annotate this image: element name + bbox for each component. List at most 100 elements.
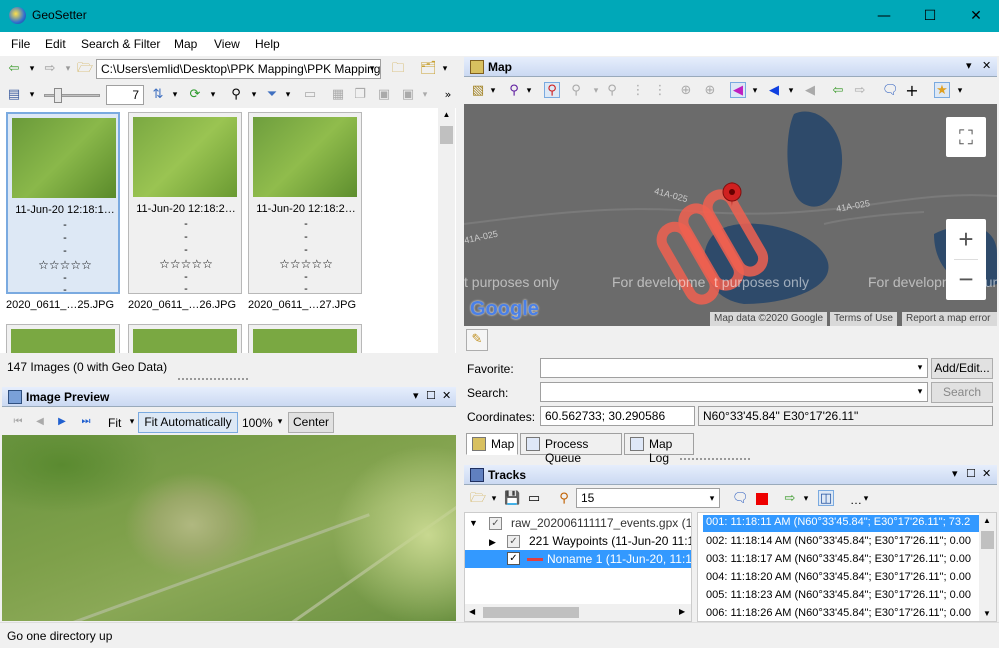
panel-close-icon[interactable]: ✕ — [442, 389, 451, 402]
map-type-dropdown-icon[interactable]: ▾ — [485, 83, 501, 99]
refresh-dropdown-icon[interactable]: ▾ — [205, 87, 221, 103]
waypoint-row[interactable]: 005: 11:18:23 AM (N60°33'45.84"; E30°17'… — [706, 589, 978, 601]
menu-help[interactable]: Help — [255, 37, 280, 51]
vertical-splitter[interactable] — [458, 56, 462, 622]
terms-of-use-link[interactable]: Terms of Use — [830, 312, 897, 326]
menu-edit[interactable]: Edit — [45, 37, 66, 51]
tab-map[interactable]: Map — [466, 433, 518, 455]
folder-up-icon[interactable]: 🗁 — [77, 61, 93, 77]
menu-file[interactable]: File — [11, 37, 30, 51]
edit-pencil-icon[interactable]: ✎ — [466, 329, 488, 351]
tree-expand-icon[interactable]: ▶ — [489, 537, 496, 548]
thumbnail-item[interactable] — [6, 324, 120, 353]
tree-item-waypoints[interactable]: 221 Waypoints (11-Jun-20 11:18 — [529, 534, 691, 548]
path-dropdown-icon[interactable]: ▾ — [364, 61, 380, 77]
fit-dropdown[interactable]: Fit — [108, 416, 121, 430]
slider-handle[interactable] — [54, 88, 62, 103]
waypoint-row[interactable]: 002: 11:18:14 AM (N60°33'45.84"; E30°17'… — [706, 535, 978, 547]
map-panel-close-icon[interactable]: ✕ — [982, 59, 991, 72]
magenta-direction-dropdown-icon[interactable]: ▾ — [747, 83, 763, 99]
favorite-dropdown-icon[interactable]: ▾ — [912, 360, 928, 376]
panel-menu-icon[interactable]: ▾ — [413, 389, 419, 402]
map-type-icon[interactable]: ▧ — [470, 83, 486, 99]
fullscreen-button[interactable]: ⛶ — [946, 117, 986, 157]
marker-dropdown-icon[interactable]: ▾ — [521, 83, 537, 99]
forward-arrow-icon[interactable]: ⇨ — [42, 61, 58, 77]
tree-collapse-icon[interactable]: ▼ — [469, 518, 478, 528]
fit-automatically-button[interactable]: Fit Automatically — [138, 412, 238, 433]
save-track-icon[interactable]: 💾 — [504, 491, 520, 507]
comment-icon[interactable]: 🗨 — [882, 83, 899, 99]
favorite-combobox[interactable] — [540, 358, 928, 378]
refresh-icon[interactable]: ⟳ — [187, 87, 203, 103]
tab-process-queue[interactable]: Process Queue — [520, 433, 622, 465]
thumbnail-item[interactable] — [248, 324, 362, 353]
minimize-button[interactable]: — — [861, 0, 907, 32]
tab-map-log[interactable]: Map Log — [624, 433, 694, 465]
next-image-icon[interactable]: ▶ — [54, 414, 70, 430]
binoculars-icon[interactable]: ⚲ — [228, 87, 244, 103]
sort-icon[interactable]: ⇅ — [150, 87, 166, 103]
splitter-grip[interactable] — [178, 378, 248, 381]
waypoint-row[interactable]: 004: 11:18:20 AM (N60°33'45.84"; E30°17'… — [706, 571, 978, 583]
favorite-folder-dropdown-icon[interactable]: ▾ — [437, 61, 453, 77]
tree-checkbox[interactable]: ✓ — [507, 535, 520, 548]
rating-stars[interactable]: ☆☆☆☆☆ — [8, 258, 122, 272]
waypoint-row[interactable]: 003: 11:18:17 AM (N60°33'45.84"; E30°17'… — [706, 553, 978, 565]
report-map-error-link[interactable]: Report a map error — [902, 312, 997, 326]
back-dropdown-icon[interactable]: ▾ — [24, 61, 40, 77]
sort-dropdown-icon[interactable]: ▾ — [167, 87, 183, 103]
open-track-dropdown-icon[interactable]: ▾ — [486, 491, 502, 507]
thumbnail-item[interactable]: 11-Jun-20 12:18:1… - - - ☆☆☆☆☆ - - — [6, 112, 122, 296]
crosshair-icon[interactable]: + — [904, 83, 920, 99]
more-tools-icon[interactable]: » — [440, 87, 456, 103]
tree-h-scrollbar[interactable]: ◀ ▶ — [465, 604, 691, 621]
tree-checkbox[interactable]: ✓ — [489, 517, 502, 530]
maximize-button[interactable]: ☐ — [907, 0, 953, 32]
map-back-icon[interactable]: ⇦ — [830, 83, 846, 99]
track-combobox[interactable]: 15 — [576, 488, 720, 508]
sync-track-icon[interactable]: ⇨ — [782, 491, 798, 507]
search-dropdown-icon[interactable]: ▾ — [912, 384, 928, 400]
view-mode-icon[interactable]: ▤ — [6, 87, 22, 103]
tracks-panel-menu-icon[interactable]: ▾ — [952, 467, 958, 480]
search-dropdown-icon[interactable]: ▾ — [246, 87, 262, 103]
thumbnail-item[interactable] — [128, 324, 242, 353]
tree-checkbox[interactable]: ✓ — [507, 552, 520, 565]
forward-dropdown-icon[interactable]: ▾ — [60, 61, 76, 77]
menu-view[interactable]: View — [214, 37, 240, 51]
menu-search-filter[interactable]: Search & Filter — [81, 37, 160, 51]
scroll-left-icon[interactable]: ◀ — [469, 607, 475, 616]
center-button[interactable]: Center — [288, 412, 334, 433]
thumbnail-size-slider[interactable] — [44, 94, 100, 97]
track-settings-icon[interactable]: ▭ — [526, 491, 542, 507]
close-button[interactable]: ✕ — [953, 0, 999, 32]
back-arrow-icon[interactable]: ⇦ — [6, 61, 22, 77]
preview-zoom-dropdown-icon[interactable]: ▾ — [272, 414, 288, 430]
menu-map[interactable]: Map — [174, 37, 197, 51]
track-combobox-dropdown-icon[interactable]: ▾ — [704, 491, 720, 507]
filter-icon[interactable]: ⏷ — [264, 87, 280, 103]
add-edit-button[interactable]: Add/Edit... — [931, 358, 993, 379]
scroll-right-icon[interactable]: ▶ — [679, 607, 685, 616]
splitter-grip[interactable] — [680, 458, 750, 461]
tree-item-track-selected[interactable]: ✓ Noname 1 (11-Jun-20, 11:18: — [465, 550, 691, 568]
rating-stars[interactable]: ☆☆☆☆☆ — [129, 257, 243, 271]
favorite-folder-icon[interactable]: 🗂 — [420, 61, 437, 77]
thumbnail-scrollbar[interactable]: ▲ — [438, 108, 455, 353]
track-comment-icon[interactable]: 🗨 — [732, 491, 749, 507]
last-image-icon[interactable]: ⏭ — [78, 414, 94, 430]
zoom-in-button[interactable]: + — [946, 219, 986, 259]
favorite-star-dropdown-icon[interactable]: ▾ — [952, 83, 968, 99]
more-options-dropdown-icon[interactable]: ▾ — [858, 491, 874, 507]
thumbnail-item[interactable]: 11-Jun-20 12:18:2… - - - ☆☆☆☆☆ - - — [128, 112, 243, 295]
zoom-out-button[interactable]: − — [946, 260, 986, 300]
split-view-icon[interactable]: ◫ — [818, 490, 834, 506]
search-combobox[interactable] — [540, 382, 928, 402]
filter-dropdown-icon[interactable]: ▾ — [280, 87, 296, 103]
blue-direction-icon[interactable]: ◀ — [766, 83, 782, 99]
tracks-panel-float-icon[interactable]: ☐ — [966, 467, 976, 480]
track-search-icon[interactable]: ⚲ — [556, 491, 572, 507]
folder-tree-icon[interactable]: 🗀 — [390, 61, 406, 77]
waypoint-row[interactable]: 006: 11:18:26 AM (N60°33'45.84"; E30°17'… — [706, 607, 978, 619]
